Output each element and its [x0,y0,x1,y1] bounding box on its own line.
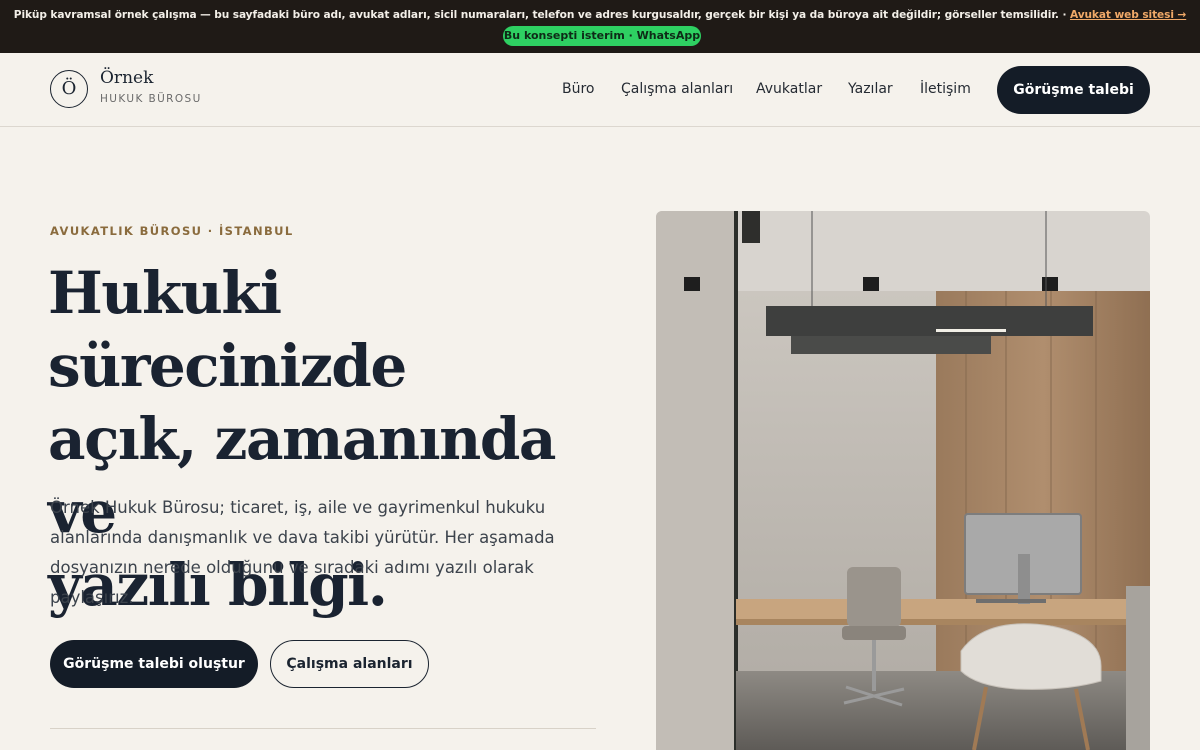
nav-item-iletisim[interactable]: İletişim [920,81,971,97]
nav-item-buro[interactable]: Büro [562,81,595,97]
concept-notice-bar: Piküp kavramsal örnek çalışma — bu sayfa… [0,0,1200,53]
create-appointment-button[interactable]: Görüşme talebi oluştur [50,640,258,688]
hero-description: Örnek Hukuk Bürosu; ticaret, iş, aile ve… [50,498,555,607]
nav-item-calisma-alanlari[interactable]: Çalışma alanları [621,81,733,97]
logo-name[interactable]: Örnek [100,68,153,88]
hero-divider [50,728,596,729]
hero-title-line: Hukuki sürecinizde [48,259,407,400]
nav-item-yazilar[interactable]: Yazılar [848,81,893,97]
appointment-request-button[interactable]: Görüşme talebi [997,66,1150,114]
notice-line: Piküp kavramsal örnek çalışma — bu sayfa… [0,9,1200,21]
office-photo [656,211,1150,750]
site-header: Ö Örnek HUKUK BÜROSU Büro Çalışma alanla… [0,53,1200,127]
practice-areas-button[interactable]: Çalışma alanları [270,640,429,688]
logo-subtitle: HUKUK BÜROSU [100,93,202,105]
notice-link[interactable]: Avukat web sitesi → [1070,9,1186,21]
notice-text: Piküp kavramsal örnek çalışma — bu sayfa… [13,9,1070,21]
nav-item-avukatlar[interactable]: Avukatlar [756,81,822,97]
logo-icon[interactable]: Ö [50,70,88,108]
whatsapp-button[interactable]: Bu konsepti isterim · WhatsApp [503,26,701,46]
hero-eyebrow: AVUKATLIK BÜROSU · İSTANBUL [50,224,294,238]
